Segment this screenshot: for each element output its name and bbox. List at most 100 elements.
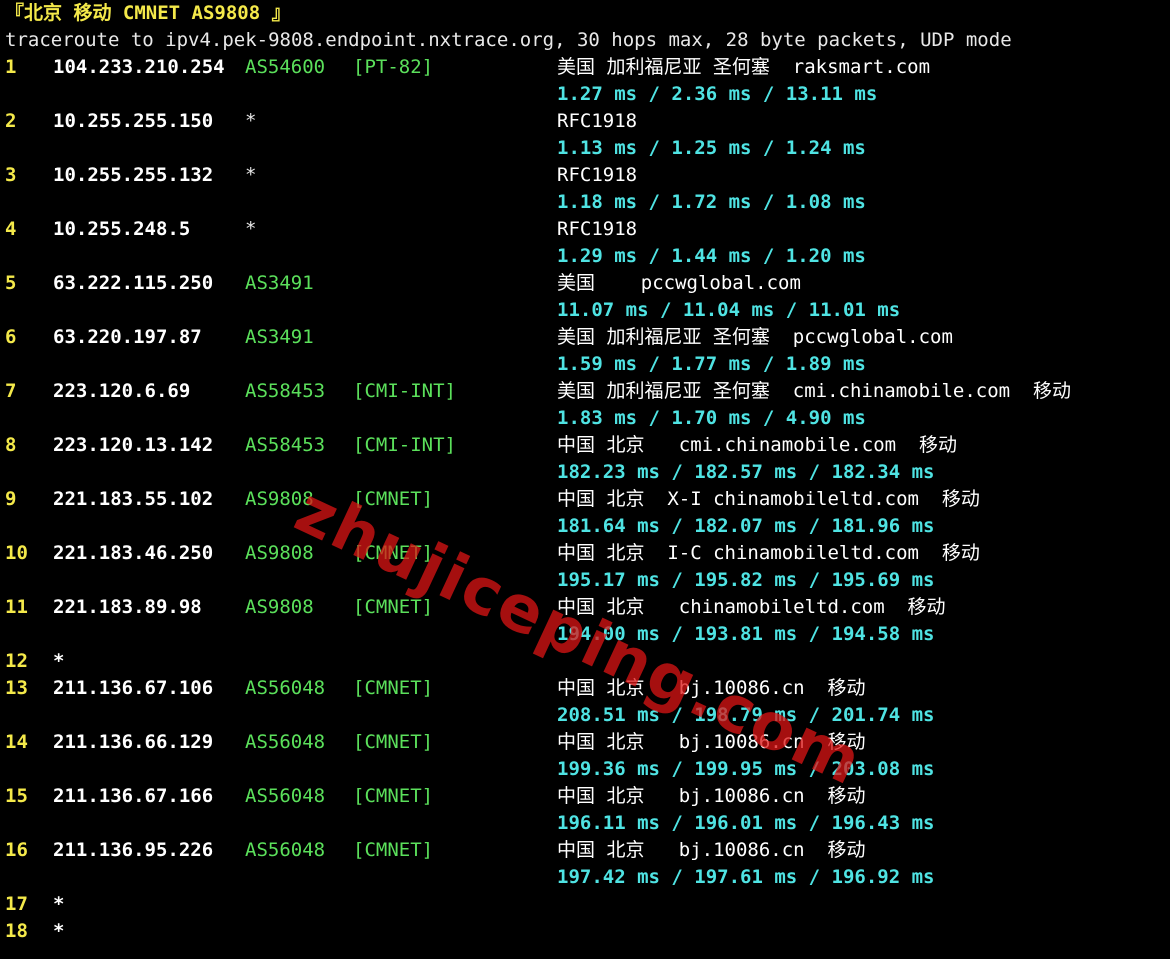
hop-ip: 211.136.67.166 bbox=[53, 785, 214, 807]
hop-asn: AS9808 bbox=[245, 596, 314, 618]
hop-rtt-row: 1.13 ms / 1.25 ms / 1.24 ms bbox=[5, 135, 1165, 162]
hop-rtt: 1.59 ms / 1.77 ms / 1.89 ms bbox=[557, 353, 866, 375]
hop-asn: AS3491 bbox=[245, 272, 314, 294]
hop-row: 4 10.255.248.5 * RFC1918 bbox=[5, 216, 1165, 243]
hop-row: 7 223.120.6.69 AS58453 [CMI-INT] 美国 加利福尼亚 圣何… bbox=[5, 378, 1165, 405]
hop-rtt-row: 195.17 ms / 195.82 ms / 195.69 ms bbox=[5, 567, 1165, 594]
hop-rtt-row: 1.83 ms / 1.70 ms / 4.90 ms bbox=[5, 405, 1165, 432]
hop-asn: * bbox=[245, 110, 257, 132]
hop-rtt: 11.07 ms / 11.04 ms / 11.01 ms bbox=[557, 299, 901, 321]
hop-tag: [CMNET] bbox=[353, 677, 434, 699]
hop-rtt-row: 182.23 ms / 182.57 ms / 182.34 ms bbox=[5, 459, 1165, 486]
hop-asn: AS9808 bbox=[245, 542, 314, 564]
hop-number: 8 bbox=[5, 434, 17, 456]
hop-geo: 美国 pccwglobal.com bbox=[557, 272, 801, 294]
hop-rtt: 1.18 ms / 1.72 ms / 1.08 ms bbox=[557, 191, 866, 213]
hop-ip: 211.136.67.106 bbox=[53, 677, 214, 699]
hop-rtt-row: 194.00 ms / 193.81 ms / 194.58 ms bbox=[5, 621, 1165, 648]
traceroute-command-line: traceroute to ipv4.pek-9808.endpoint.nxt… bbox=[5, 29, 1012, 51]
hop-rtt-row: 1.59 ms / 1.77 ms / 1.89 ms bbox=[5, 351, 1165, 378]
hop-geo: 中国 北京 X-I chinamobileltd.com 移动 bbox=[557, 488, 980, 510]
hop-row: 17 * bbox=[5, 891, 1165, 918]
hop-ip: 221.183.46.250 bbox=[53, 542, 214, 564]
hop-ip: 211.136.66.129 bbox=[53, 731, 214, 753]
hop-ip: 10.255.255.132 bbox=[53, 164, 214, 186]
hop-number: 14 bbox=[5, 731, 28, 753]
hop-row: 14 211.136.66.129 AS56048 [CMNET] 中国 北京 bj.1… bbox=[5, 729, 1165, 756]
hop-geo: 美国 加利福尼亚 圣何塞 pccwglobal.com bbox=[557, 326, 953, 348]
hop-row: 2 10.255.255.150 * RFC1918 bbox=[5, 108, 1165, 135]
hop-tag: [CMNET] bbox=[353, 488, 434, 510]
hop-row: 3 10.255.255.132 * RFC1918 bbox=[5, 162, 1165, 189]
hop-rtt-row: 1.27 ms / 2.36 ms / 13.11 ms bbox=[5, 81, 1165, 108]
hop-row: 15 211.136.67.166 AS56048 [CMNET] 中国 北京 bj.1… bbox=[5, 783, 1165, 810]
hop-geo: RFC1918 bbox=[557, 218, 638, 240]
hop-geo: 中国 北京 I-C chinamobileltd.com 移动 bbox=[557, 542, 980, 564]
hop-number: 7 bbox=[5, 380, 17, 402]
terminal-output: 『北京 移动 CMNET AS9808 』 traceroute to ipv4… bbox=[5, 0, 1165, 945]
hop-rtt: 196.11 ms / 196.01 ms / 196.43 ms bbox=[557, 812, 935, 834]
hop-row: 12 * bbox=[5, 648, 1165, 675]
hop-tag: [CMI-INT] bbox=[353, 380, 456, 402]
hop-number: 13 bbox=[5, 677, 28, 699]
hop-geo: 中国 北京 bj.10086.cn 移动 bbox=[557, 785, 866, 807]
hop-row: 5 63.222.115.250 AS3491 美国 pccwglobal.com bbox=[5, 270, 1165, 297]
hop-ip: 223.120.6.69 bbox=[53, 380, 191, 402]
hop-asn: AS56048 bbox=[245, 785, 326, 807]
hop-rtt: 199.36 ms / 199.95 ms / 203.08 ms bbox=[557, 758, 935, 780]
hop-rtt-row: 197.42 ms / 197.61 ms / 196.92 ms bbox=[5, 864, 1165, 891]
hop-geo: 中国 北京 bj.10086.cn 移动 bbox=[557, 677, 866, 699]
hop-tag: [CMNET] bbox=[353, 839, 434, 861]
hop-ip: 10.255.248.5 bbox=[53, 218, 191, 240]
hop-rtt-row: 208.51 ms / 198.79 ms / 201.74 ms bbox=[5, 702, 1165, 729]
hop-asn: AS54600 bbox=[245, 56, 326, 78]
hop-rtt: 181.64 ms / 182.07 ms / 181.96 ms bbox=[557, 515, 935, 537]
hop-row: 8 223.120.13.142 AS58453 [CMI-INT] 中国 北京 cmi… bbox=[5, 432, 1165, 459]
hop-asn: * bbox=[245, 218, 257, 240]
hop-row: 11 221.183.89.98 AS9808 [CMNET] 中国 北京 chinam… bbox=[5, 594, 1165, 621]
hop-rtt: 194.00 ms / 193.81 ms / 194.58 ms bbox=[557, 623, 935, 645]
hop-ip: 63.220.197.87 bbox=[53, 326, 202, 348]
hop-asn: * bbox=[245, 164, 257, 186]
hop-tag: [PT-82] bbox=[353, 56, 434, 78]
hop-row: 1 104.233.210.254 AS54600 [PT-82] 美国 加利福尼亚 圣… bbox=[5, 54, 1165, 81]
hop-rtt-row: 196.11 ms / 196.01 ms / 196.43 ms bbox=[5, 810, 1165, 837]
hop-row: 6 63.220.197.87 AS3491 美国 加利福尼亚 圣何塞 pccwglo… bbox=[5, 324, 1165, 351]
hop-row: 13 211.136.67.106 AS56048 [CMNET] 中国 北京 bj.1… bbox=[5, 675, 1165, 702]
hop-number: 18 bbox=[5, 920, 28, 942]
hop-geo: 中国 北京 bj.10086.cn 移动 bbox=[557, 839, 866, 861]
hop-number: 9 bbox=[5, 488, 17, 510]
hop-number: 12 bbox=[5, 650, 28, 672]
hop-row: 10 221.183.46.250 AS9808 [CMNET] 中国 北京 I-C c… bbox=[5, 540, 1165, 567]
hop-geo: 美国 加利福尼亚 圣何塞 cmi.chinamobile.com 移动 bbox=[557, 380, 1071, 402]
hop-rtt: 1.29 ms / 1.44 ms / 1.20 ms bbox=[557, 245, 866, 267]
hop-number: 15 bbox=[5, 785, 28, 807]
hop-asn: AS58453 bbox=[245, 380, 326, 402]
hop-ip: 221.183.55.102 bbox=[53, 488, 214, 510]
hop-ip: 63.222.115.250 bbox=[53, 272, 214, 294]
hop-rtt: 195.17 ms / 195.82 ms / 195.69 ms bbox=[557, 569, 935, 591]
hop-rtt-row: 11.07 ms / 11.04 ms / 11.01 ms bbox=[5, 297, 1165, 324]
hop-tag: [CMNET] bbox=[353, 542, 434, 564]
hop-ip: * bbox=[53, 650, 65, 672]
hop-ip: 221.183.89.98 bbox=[53, 596, 202, 618]
hop-rtt-row: 1.29 ms / 1.44 ms / 1.20 ms bbox=[5, 243, 1165, 270]
hop-rtt: 1.13 ms / 1.25 ms / 1.24 ms bbox=[557, 137, 866, 159]
hop-rtt-row: 1.18 ms / 1.72 ms / 1.08 ms bbox=[5, 189, 1165, 216]
hop-row: 9 221.183.55.102 AS9808 [CMNET] 中国 北京 X-I ch… bbox=[5, 486, 1165, 513]
hop-tag: [CMNET] bbox=[353, 596, 434, 618]
hop-row: 18 * bbox=[5, 918, 1165, 945]
hop-rtt-row: 199.36 ms / 199.95 ms / 203.08 ms bbox=[5, 756, 1165, 783]
hop-number: 17 bbox=[5, 893, 28, 915]
hop-ip: 223.120.13.142 bbox=[53, 434, 214, 456]
hop-number: 1 bbox=[5, 56, 17, 78]
hop-number: 4 bbox=[5, 218, 17, 240]
hop-asn: AS3491 bbox=[245, 326, 314, 348]
hop-number: 11 bbox=[5, 596, 28, 618]
hop-tag: [CMNET] bbox=[353, 731, 434, 753]
hop-number: 3 bbox=[5, 164, 17, 186]
hop-geo: 中国 北京 chinamobileltd.com 移动 bbox=[557, 596, 946, 618]
hop-rtt: 182.23 ms / 182.57 ms / 182.34 ms bbox=[557, 461, 935, 483]
hop-geo: 中国 北京 bj.10086.cn 移动 bbox=[557, 731, 866, 753]
hop-list: 1 104.233.210.254 AS54600 [PT-82] 美国 加利福尼亚 圣… bbox=[5, 54, 1165, 945]
